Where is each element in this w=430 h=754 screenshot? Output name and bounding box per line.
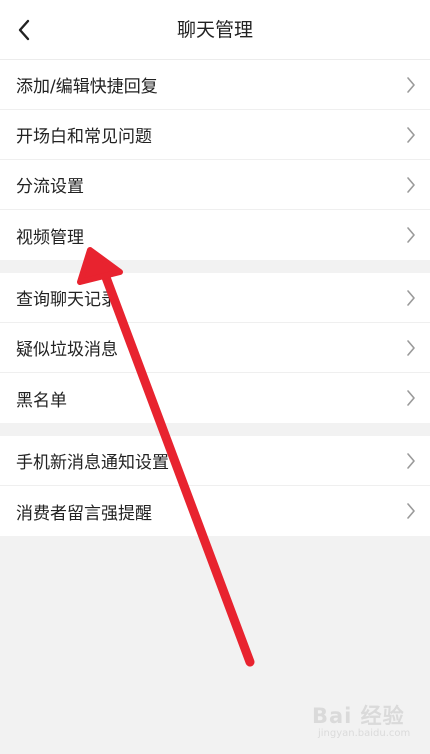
chevron-right-icon [407,127,415,143]
menu-item-quick-reply[interactable]: 添加/编辑快捷回复 [0,60,430,110]
menu-item-label: 分流设置 [16,177,84,197]
chevron-right-icon [407,290,415,306]
chevron-right-icon [407,77,415,93]
menu-item-blacklist[interactable]: 黑名单 [0,373,430,423]
menu-item-label: 视频管理 [16,227,84,248]
menu-item-label: 查询聊天记录 [16,290,118,310]
menu-item-routing-settings[interactable]: 分流设置 [0,160,430,210]
menu-item-label: 黑名单 [16,390,67,411]
settings-group-records: 查询聊天记录 疑似垃圾消息 黑名单 [0,273,430,423]
chevron-right-icon [407,340,415,356]
chevron-right-icon [407,227,415,243]
menu-item-mobile-notification[interactable]: 手机新消息通知设置 [0,436,430,486]
watermark-url: jingyan.baidu.com [318,728,411,739]
menu-item-video-management[interactable]: 视频管理 [0,210,430,260]
chevron-right-icon [407,390,415,406]
menu-item-label: 开场白和常见问题 [16,127,152,147]
menu-item-label: 手机新消息通知设置 [16,453,169,473]
watermark: Bai 经验 jingyan.baidu.com [312,700,422,746]
menu-item-suspected-spam[interactable]: 疑似垃圾消息 [0,323,430,373]
page-title: 聊天管理 [176,19,253,41]
menu-item-chat-history[interactable]: 查询聊天记录 [0,273,430,323]
top-bar: 聊天管理 [0,0,430,60]
menu-item-label: 消费者留言强提醒 [16,503,152,524]
menu-item-opening-faq[interactable]: 开场白和常见问题 [0,110,430,160]
settings-group-notifications: 手机新消息通知设置 消费者留言强提醒 [0,436,430,536]
menu-item-message-reminder[interactable]: 消费者留言强提醒 [0,486,430,536]
chevron-right-icon [407,453,415,469]
settings-group-chat: 添加/编辑快捷回复 开场白和常见问题 分流设置 视频管理 [0,60,430,260]
watermark-brand: Bai 经验 [312,704,405,728]
chevron-right-icon [407,503,415,519]
menu-item-label: 疑似垃圾消息 [16,340,118,360]
chevron-right-icon [407,177,415,193]
menu-item-label: 添加/编辑快捷回复 [16,77,158,97]
